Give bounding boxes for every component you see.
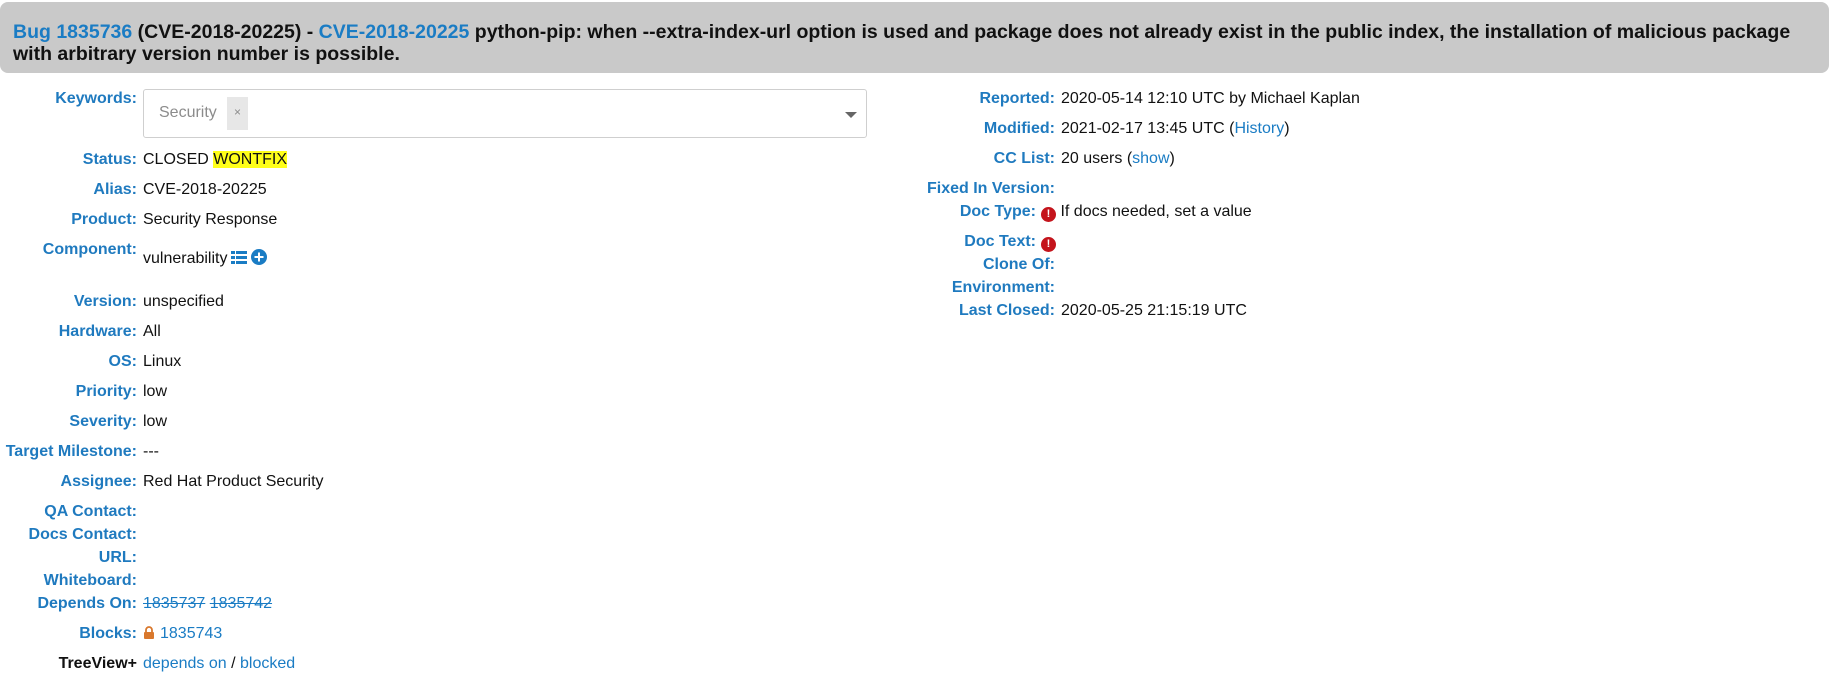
assignee-label: Assignee: xyxy=(60,473,137,490)
cc-list-label: CC List: xyxy=(993,150,1055,167)
priority-label: Priority: xyxy=(75,383,137,400)
priority-value: low xyxy=(143,383,168,400)
product-label: Product: xyxy=(71,211,137,228)
product-value: Security Response xyxy=(143,211,278,228)
info-icon[interactable]: ! xyxy=(1041,237,1056,252)
list-icon[interactable] xyxy=(231,251,248,265)
bug-title: Bug 1835736 (CVE-2018-20225) - CVE-2018-… xyxy=(13,21,1813,65)
status-label: Status: xyxy=(82,151,137,168)
doc-type-label: Doc Type: xyxy=(959,203,1036,220)
cve-link[interactable]: CVE-2018-20225 xyxy=(319,21,470,43)
history-link[interactable]: History xyxy=(1234,120,1284,137)
version-value: unspecified xyxy=(143,293,224,310)
url-label: URL: xyxy=(98,549,137,566)
alias-value: CVE-2018-20225 xyxy=(143,181,267,198)
keywords-select[interactable]: Security × xyxy=(143,89,867,138)
plus-circle-icon[interactable] xyxy=(251,249,268,265)
keyword-chip: Security xyxy=(159,104,217,121)
last-closed-value: 2020-05-25 21:15:19 UTC xyxy=(1061,302,1247,319)
cc-list-close: ) xyxy=(1169,150,1175,167)
version-label: Version: xyxy=(73,293,137,310)
bug-id-link[interactable]: Bug 1835736 xyxy=(13,21,132,43)
cc-list-value: 20 users (show) xyxy=(1061,149,1175,169)
doc-type-value: ! If docs needed, set a value xyxy=(1041,202,1252,222)
depends-on-label: Depends On: xyxy=(37,595,137,612)
blocks-label: Blocks: xyxy=(79,625,137,642)
reported-value: 2020-05-14 12:10 UTC by Michael Kaplan xyxy=(1061,90,1360,107)
resolution-badge: WONTFIX xyxy=(213,151,288,168)
keywords-label: Keywords: xyxy=(55,90,137,107)
component-label: Component: xyxy=(42,241,137,258)
clone-of-label: Clone Of: xyxy=(983,256,1055,273)
target-milestone-label: Target Milestone: xyxy=(5,443,137,460)
blocks-value: 1835743 xyxy=(143,624,222,644)
keyword-remove-button[interactable]: × xyxy=(227,97,248,130)
qa-contact-label: QA Contact: xyxy=(44,503,137,520)
depends-on-link[interactable]: 1835742 xyxy=(210,595,272,612)
lock-icon xyxy=(144,626,154,639)
modified-close: ) xyxy=(1284,120,1290,137)
treeview-depends-link[interactable]: depends on xyxy=(143,655,227,672)
bug-header: Bug 1835736 (CVE-2018-20225) - CVE-2018-… xyxy=(0,2,1829,73)
severity-value: low xyxy=(143,413,168,430)
modified-value: 2021-02-17 13:45 UTC (History) xyxy=(1061,119,1290,139)
doc-type-text: If docs needed, set a value xyxy=(1060,203,1252,220)
treeview-label: TreeView+ xyxy=(58,655,137,672)
environment-label: Environment: xyxy=(951,279,1055,296)
docs-contact-label: Docs Contact: xyxy=(28,526,137,543)
fixed-in-version-label: Fixed In Version: xyxy=(926,180,1055,197)
alias-label: Alias: xyxy=(93,181,137,198)
os-label: OS: xyxy=(108,353,137,370)
component-text: vulnerability xyxy=(143,250,228,267)
treeview-blocked-link[interactable]: blocked xyxy=(240,655,295,672)
hardware-label: Hardware: xyxy=(58,323,137,340)
bug-alias-text: (CVE-2018-20225) - xyxy=(132,21,319,43)
cc-list-text: 20 users ( xyxy=(1061,150,1133,167)
chevron-down-icon[interactable] xyxy=(845,112,857,118)
whiteboard-label: Whiteboard: xyxy=(43,572,137,589)
os-value: Linux xyxy=(143,353,182,370)
status-text: CLOSED xyxy=(143,151,209,168)
reported-label: Reported: xyxy=(979,90,1055,107)
info-icon[interactable]: ! xyxy=(1041,207,1056,222)
status-value: CLOSED WONTFIX xyxy=(143,150,288,170)
depends-on-value: 1835737 1835742 xyxy=(143,594,272,614)
doc-text-label: Doc Text: xyxy=(964,233,1036,250)
blocks-link[interactable]: 1835743 xyxy=(160,625,222,642)
doc-text-value: ! xyxy=(1041,232,1056,252)
target-milestone-value: --- xyxy=(143,443,159,460)
depends-on-link[interactable]: 1835737 xyxy=(143,595,205,612)
treeview-separator: / xyxy=(226,655,240,672)
modified-text: 2021-02-17 13:45 UTC ( xyxy=(1061,120,1235,137)
component-value: vulnerability xyxy=(143,249,268,269)
assignee-value: Red Hat Product Security xyxy=(143,473,324,490)
last-closed-label: Last Closed: xyxy=(958,302,1055,319)
modified-label: Modified: xyxy=(983,120,1055,137)
treeview-value: depends on / blocked xyxy=(143,654,295,674)
severity-label: Severity: xyxy=(69,413,137,430)
cc-show-link[interactable]: show xyxy=(1132,150,1169,167)
hardware-value: All xyxy=(143,323,161,340)
